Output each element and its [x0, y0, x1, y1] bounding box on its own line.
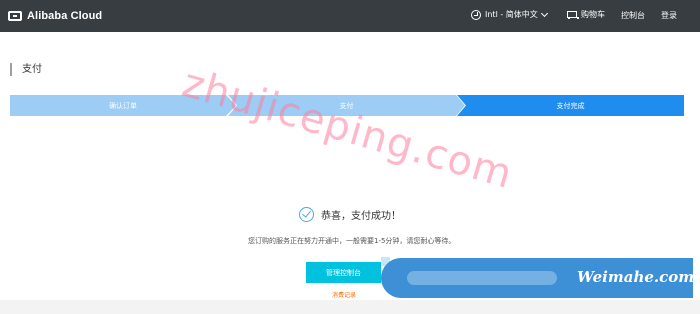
step-confirm-order: 确认订单: [10, 95, 236, 116]
alibaba-cloud-logo[interactable]: Alibaba Cloud: [8, 8, 102, 24]
alibaba-logo-icon: [8, 11, 22, 21]
footer-strip: [0, 300, 700, 314]
step-label: 支付完成: [556, 101, 585, 110]
success-message: 恭喜，支付成功！: [299, 207, 401, 222]
consumption-records-link[interactable]: 消费记录: [332, 290, 356, 299]
manage-console-button[interactable]: 管理控制台: [306, 262, 381, 283]
check-circle-icon: [299, 207, 314, 222]
console-link[interactable]: 控制台: [621, 10, 645, 21]
logo-text: Alibaba Cloud: [27, 10, 103, 22]
progress-steps: 确认订单 支付 支付完成: [10, 95, 684, 116]
activation-description: 您订购的服务正在努力开通中，一般需要1-5分钟，请您耐心等待。: [248, 237, 456, 245]
cart-link[interactable]: 购物车: [566, 9, 605, 20]
language-label: Intl - 简体中文: [485, 10, 538, 19]
top-navigation-bar: Alibaba Cloud Intl - 简体中文 购物车 控制台 登录: [0, 0, 700, 32]
globe-icon: [471, 9, 481, 20]
login-link[interactable]: 登录: [661, 10, 677, 21]
promo-watermark-text: Weimahe.com: [577, 268, 693, 286]
step-payment: 支付: [228, 95, 465, 116]
cart-label: 购物车: [581, 10, 605, 19]
step-payment-complete: 支付完成: [457, 95, 684, 116]
step-label: 支付: [339, 101, 354, 110]
chevron-down-icon: [540, 9, 548, 17]
page-title: 支付: [10, 63, 42, 76]
success-text: 恭喜，支付成功！: [321, 211, 401, 222]
site-watermark: zhujiceping.com: [177, 60, 518, 199]
step-label: 确认订单: [109, 101, 137, 110]
promo-banner: Weimahe.com: [381, 258, 693, 298]
cart-icon: [566, 10, 579, 19]
language-selector[interactable]: Intl - 简体中文: [471, 9, 548, 20]
blurred-promo-content: [407, 271, 557, 285]
